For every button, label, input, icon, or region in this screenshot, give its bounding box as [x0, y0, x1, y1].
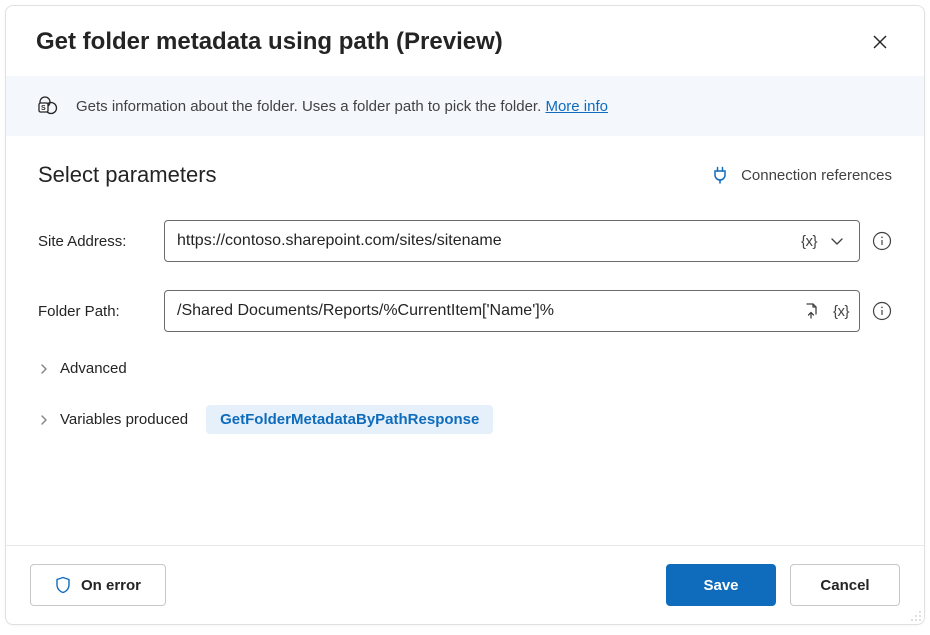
folder-path-input[interactable]	[165, 302, 799, 320]
info-icon	[872, 231, 892, 251]
site-address-row: Site Address: {x}	[38, 220, 892, 262]
connection-references-label: Connection references	[741, 167, 892, 184]
site-address-label: Site Address:	[38, 233, 164, 250]
info-icon	[872, 301, 892, 321]
site-address-info-button[interactable]	[872, 231, 892, 251]
site-address-input-wrap: {x}	[164, 220, 860, 262]
info-text: Gets information about the folder. Uses …	[76, 98, 608, 115]
cancel-button[interactable]: Cancel	[790, 564, 900, 606]
folder-path-info-button[interactable]	[872, 301, 892, 321]
svg-text:S: S	[41, 105, 46, 112]
file-arrow-icon	[803, 302, 821, 320]
advanced-label: Advanced	[60, 360, 127, 377]
section-header: Select parameters Connection references	[38, 162, 892, 188]
shield-icon	[55, 576, 71, 594]
folder-path-row: Folder Path: {x}	[38, 290, 892, 332]
on-error-button[interactable]: On error	[30, 564, 166, 606]
site-address-dropdown-button[interactable]	[825, 229, 849, 253]
content-area: Select parameters Connection references …	[6, 136, 924, 545]
site-address-input[interactable]	[165, 232, 801, 250]
save-button[interactable]: Save	[666, 564, 776, 606]
plug-icon	[711, 166, 729, 184]
folder-path-label: Folder Path:	[38, 303, 164, 320]
section-title: Select parameters	[38, 162, 217, 188]
dialog: Get folder metadata using path (Preview)…	[5, 5, 925, 625]
sharepoint-icon: S	[36, 94, 60, 118]
file-picker-button[interactable]	[799, 298, 825, 324]
info-bar: S Gets information about the folder. Use…	[6, 76, 924, 136]
variables-produced-label: Variables produced	[60, 411, 188, 428]
fx-button[interactable]: {x}	[801, 233, 817, 250]
chevron-right-icon	[38, 414, 50, 426]
folder-path-input-wrap: {x}	[164, 290, 860, 332]
titlebar: Get folder metadata using path (Preview)	[6, 6, 924, 76]
fx-button[interactable]: {x}	[833, 303, 849, 320]
connection-references-button[interactable]: Connection references	[711, 166, 892, 184]
variables-produced-toggle[interactable]: Variables produced GetFolderMetadataByPa…	[38, 405, 892, 434]
chevron-down-icon	[829, 233, 845, 249]
chevron-right-icon	[38, 363, 50, 375]
footer-actions: Save Cancel	[666, 564, 900, 606]
dialog-title: Get folder metadata using path (Preview)	[36, 28, 503, 56]
resize-grip-icon[interactable]	[908, 608, 922, 622]
footer: On error Save Cancel	[6, 545, 924, 624]
close-icon	[872, 34, 888, 50]
more-info-link[interactable]: More info	[545, 98, 608, 115]
close-button[interactable]	[866, 28, 894, 56]
on-error-label: On error	[81, 577, 141, 594]
variable-pill[interactable]: GetFolderMetadataByPathResponse	[206, 405, 493, 434]
advanced-toggle[interactable]: Advanced	[38, 360, 892, 377]
